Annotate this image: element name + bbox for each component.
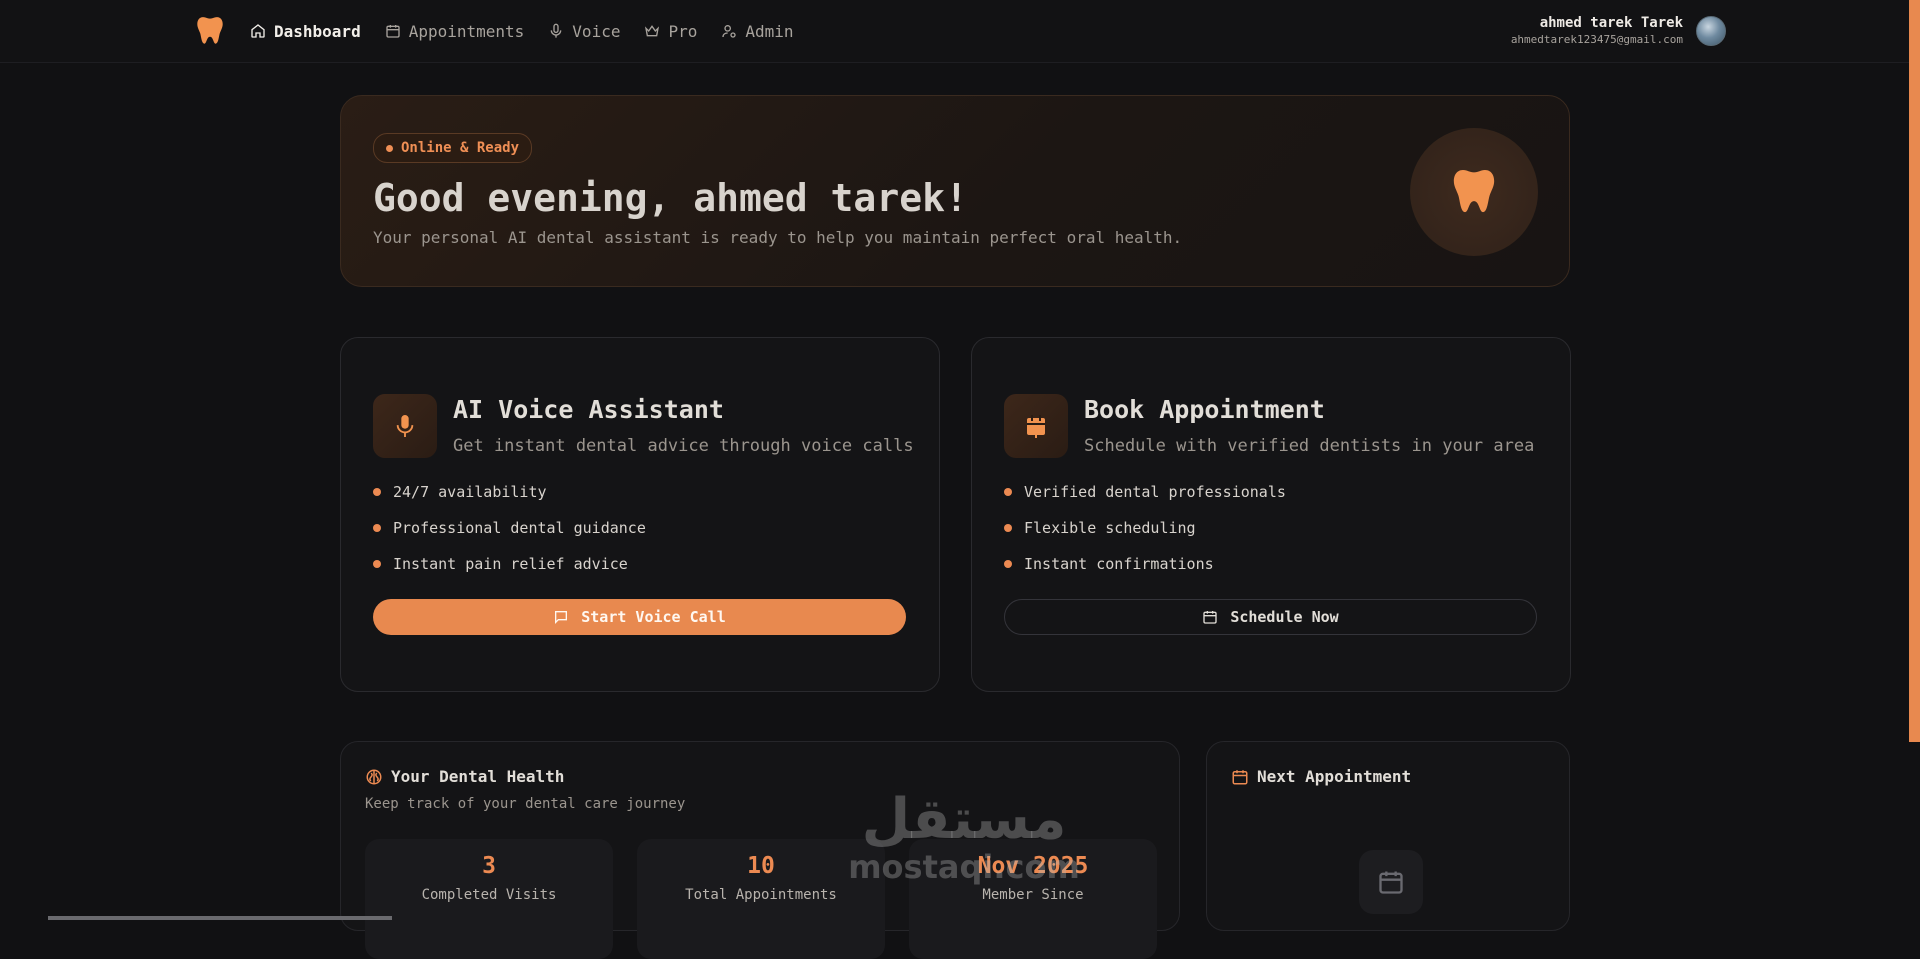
user-info[interactable]: ahmed tarek Tarek ahmedtarek123475@gmail… [1511, 15, 1683, 46]
tooth-icon [1453, 170, 1495, 213]
feature-label: Instant pain relief advice [393, 555, 628, 573]
bullet-icon [373, 488, 381, 496]
book-appointment-card: Book Appointment Schedule with verified … [971, 337, 1571, 692]
stat-member-since: Nov 2025 Member Since [909, 839, 1157, 959]
bullet-icon [373, 560, 381, 568]
nav-appointments-label: Appointments [408, 21, 525, 41]
status-dot-icon [386, 144, 393, 152]
feature-label: Instant confirmations [1024, 555, 1214, 573]
tooth-logo-icon[interactable] [196, 16, 224, 46]
message-icon [555, 611, 568, 624]
dental-health-panel: Your Dental Health Keep track of your de… [340, 741, 1180, 959]
bullet-icon [1004, 524, 1012, 532]
voice-card-title: AI Voice Assistant [453, 395, 724, 424]
calendar-icon [1379, 871, 1403, 894]
hero-avatar [1410, 128, 1538, 256]
booking-card-title: Book Appointment [1084, 395, 1325, 424]
user-email: ahmedtarek123475@gmail.com [1510, 33, 1683, 46]
voice-assistant-card: AI Voice Assistant Get instant dental ad… [340, 337, 940, 692]
page-title: Good evening, ahmed tarek! [373, 176, 968, 220]
user-name: ahmed tarek Tarek [1539, 15, 1683, 31]
nav-dashboard-label: Dashboard [274, 21, 361, 41]
status-label: Online & Ready [401, 140, 520, 156]
schedule-now-button[interactable]: Schedule Now [1004, 599, 1537, 635]
microphone-icon [396, 415, 414, 437]
feature-label: Flexible scheduling [1024, 519, 1196, 537]
next-appointment-panel: Next Appointment [1206, 741, 1570, 931]
user-cog-icon [722, 25, 737, 38]
nav-admin-label: Admin [745, 21, 794, 41]
avatar[interactable] [1696, 16, 1726, 46]
stat-value: 10 [747, 853, 775, 879]
calendar-icon [1027, 415, 1045, 438]
vertical-scrollbar[interactable] [1909, 0, 1920, 742]
nav-voice-label: Voice [572, 21, 621, 41]
crown-icon [645, 25, 660, 37]
nav-dashboard[interactable]: Dashboard [250, 22, 361, 41]
next-appointment-title: Next Appointment [1257, 767, 1412, 786]
horizontal-scrollbar[interactable] [48, 916, 392, 920]
home-icon [251, 24, 265, 38]
start-voice-call-button[interactable]: Start Voice Call [373, 599, 906, 635]
nav-admin[interactable]: Admin [721, 21, 794, 41]
list-item: Instant confirmations [1004, 546, 1286, 582]
voice-card-icon-box [373, 394, 437, 458]
empty-calendar-box [1359, 850, 1423, 914]
calendar-icon [1203, 611, 1217, 624]
list-item: 24/7 availability [373, 474, 646, 510]
list-item: Professional dental guidance [373, 510, 646, 546]
stat-label: Total Appointments [685, 887, 837, 903]
dental-health-title: Your Dental Health [391, 767, 565, 786]
nav-voice[interactable]: Voice [548, 22, 620, 41]
welcome-banner: Online & Ready Good evening, ahmed tarek… [340, 95, 1570, 287]
status-badge: Online & Ready [373, 133, 533, 163]
list-item: Instant pain relief advice [373, 546, 646, 582]
list-item: Flexible scheduling [1004, 510, 1286, 546]
calendar-icon [1232, 769, 1248, 784]
microphone-icon [550, 23, 562, 38]
start-voice-call-label: Start Voice Call [581, 608, 726, 626]
bullet-icon [1004, 560, 1012, 568]
stat-completed-visits: 3 Completed Visits [365, 839, 613, 959]
stat-value: 3 [482, 853, 496, 879]
stat-label: Completed Visits [421, 887, 557, 903]
calendar-icon [386, 25, 400, 38]
stat-total-appointments: 10 Total Appointments [637, 839, 885, 959]
bullet-icon [1004, 488, 1012, 496]
bullet-icon [373, 524, 381, 532]
nav-pro-label: Pro [668, 21, 698, 41]
hero-subtitle: Your personal AI dental assistant is rea… [373, 228, 1183, 247]
voice-card-subtitle: Get instant dental advice through voice … [453, 436, 914, 456]
dental-health-subtitle: Keep track of your dental care journey [365, 796, 686, 812]
dental-health-header: Your Dental Health [365, 767, 564, 786]
voice-feature-list: 24/7 availability Professional dental gu… [373, 474, 646, 582]
feature-label: 24/7 availability [393, 483, 547, 501]
nav-appointments[interactable]: Appointments [385, 21, 525, 41]
feature-label: Professional dental guidance [393, 519, 646, 537]
feature-label: Verified dental professionals [1024, 483, 1286, 501]
nav-pro[interactable]: Pro [644, 22, 697, 41]
top-navbar: Dashboard Appointments Voice Pro Admin a… [0, 0, 1920, 63]
booking-card-icon-box [1004, 394, 1068, 458]
brain-icon [366, 769, 382, 784]
stat-label: Member Since [982, 887, 1084, 903]
schedule-now-label: Schedule Now [1230, 608, 1339, 626]
nav-links: Dashboard Appointments Voice Pro Admin [250, 0, 794, 62]
stat-value: Nov 2025 [977, 853, 1089, 879]
list-item: Verified dental professionals [1004, 474, 1286, 510]
booking-feature-list: Verified dental professionals Flexible s… [1004, 474, 1286, 582]
booking-card-subtitle: Schedule with verified dentists in your … [1084, 436, 1535, 456]
next-appointment-header: Next Appointment [1231, 767, 1411, 786]
